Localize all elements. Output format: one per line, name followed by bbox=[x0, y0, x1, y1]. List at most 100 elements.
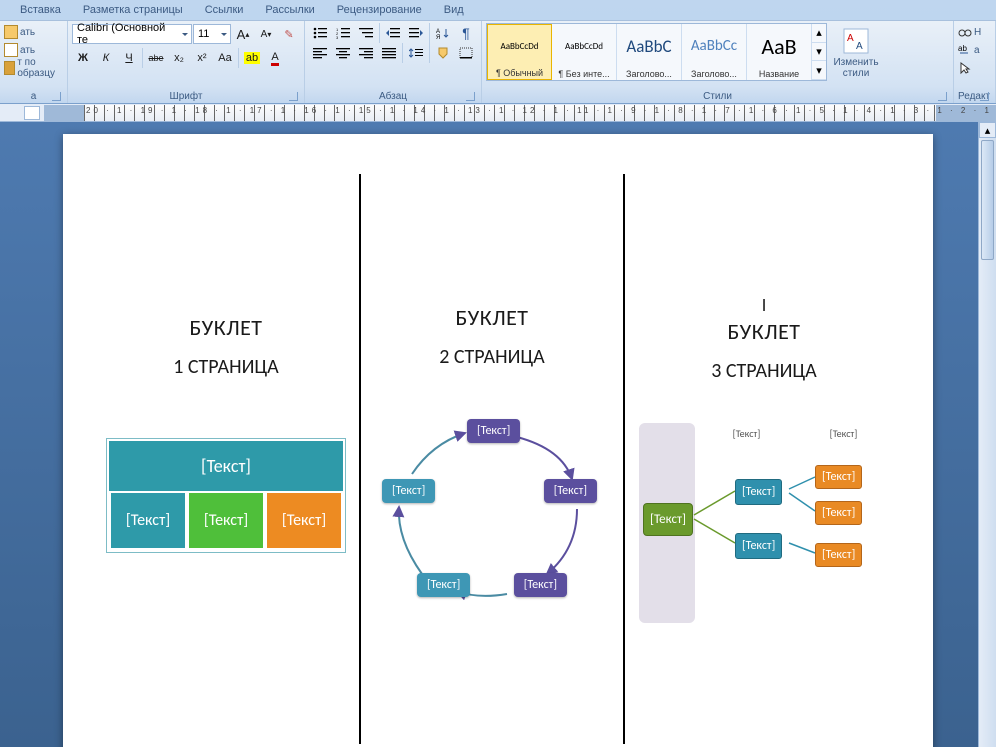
shading-button[interactable] bbox=[432, 43, 454, 63]
cycle-node-2[interactable]: [Текст] bbox=[544, 479, 597, 503]
tab-review[interactable]: Рецензирование bbox=[327, 2, 432, 18]
copy-icon bbox=[4, 43, 18, 57]
styles-scroll[interactable]: ▴ ▾ ▾ bbox=[812, 24, 826, 80]
svg-text:3: 3 bbox=[336, 35, 339, 39]
clipboard-group-label: а bbox=[4, 90, 63, 103]
sa3-header-1: [Текст] bbox=[701, 423, 792, 440]
style-normal[interactable]: AaBbCcDd ¶ Обычный bbox=[487, 24, 552, 80]
shrink-font-button[interactable]: A▾ bbox=[255, 23, 277, 45]
increase-indent-button[interactable] bbox=[405, 23, 427, 43]
sa1-top[interactable]: [Текст] bbox=[109, 441, 343, 491]
sort-button[interactable]: AЯ bbox=[432, 23, 454, 43]
style-title[interactable]: AaB Название bbox=[747, 24, 812, 80]
tab-page-layout[interactable]: Разметка страницы bbox=[73, 2, 193, 18]
style-heading1[interactable]: AaBbC Заголово... bbox=[617, 24, 682, 80]
sa1-cell-2[interactable]: [Текст] bbox=[187, 491, 265, 550]
tab-references[interactable]: Ссылки bbox=[195, 2, 254, 18]
svg-text:Я: Я bbox=[436, 35, 440, 39]
justify-button[interactable] bbox=[378, 43, 400, 63]
replace-icon: ab bbox=[958, 43, 972, 57]
styles-expand-icon[interactable]: ▾ bbox=[812, 61, 826, 80]
font-size-combo[interactable]: 11 bbox=[193, 24, 231, 44]
scroll-up-button[interactable]: ▴ bbox=[979, 122, 996, 138]
sa3-leaf-3[interactable]: [Текст] bbox=[815, 543, 862, 567]
tab-mailings[interactable]: Рассылки bbox=[255, 2, 324, 18]
grow-font-button[interactable]: A▴ bbox=[232, 23, 254, 45]
sa3-mid-2[interactable]: [Текст] bbox=[735, 533, 782, 559]
strike-button[interactable]: abe bbox=[145, 47, 167, 69]
font-name-combo[interactable]: Calibri (Основной те bbox=[72, 24, 192, 44]
sa1-cell-3[interactable]: [Текст] bbox=[265, 491, 343, 550]
col1-title: БУКЛЕТ bbox=[107, 314, 345, 341]
chevron-down-icon[interactable]: ▾ bbox=[812, 43, 826, 62]
scissors-icon bbox=[4, 25, 18, 39]
sa3-leaf-2[interactable]: [Текст] bbox=[815, 501, 862, 525]
chevron-up-icon[interactable]: ▴ bbox=[812, 24, 826, 43]
style-heading2[interactable]: AaBbCc Заголово... bbox=[682, 24, 747, 80]
align-center-button[interactable] bbox=[332, 43, 354, 63]
svg-text:A: A bbox=[856, 41, 863, 52]
group-font: Calibri (Основной те 11 A▴ A▾ ✎ Ж К Ч ab… bbox=[68, 21, 305, 103]
tab-view[interactable]: Вид bbox=[434, 2, 474, 18]
document-workspace: БУКЛЕТ 1 СТРАНИЦА [Текст] [Текст] [Текст… bbox=[0, 122, 996, 747]
sa1-cell-1[interactable]: [Текст] bbox=[109, 491, 187, 550]
vertical-scrollbar[interactable]: ▴ bbox=[978, 122, 996, 747]
cycle-arrows bbox=[377, 419, 607, 609]
superscript-button[interactable]: x² bbox=[191, 47, 213, 69]
numbering-button[interactable]: 123 bbox=[332, 23, 354, 43]
font-group-label: Шрифт bbox=[72, 90, 300, 103]
bullets-button[interactable] bbox=[309, 23, 331, 43]
format-painter-button[interactable]: т по образцу bbox=[4, 59, 63, 77]
col3-subtitle: 3 СТРАНИЦА bbox=[639, 359, 889, 383]
font-color-button[interactable]: A bbox=[264, 47, 286, 69]
subscript-button[interactable]: x₂ bbox=[168, 47, 190, 69]
select-button[interactable] bbox=[958, 59, 991, 77]
cut-button[interactable]: ать bbox=[4, 23, 63, 41]
ribbon-tabs: Вставка Разметка страницы Ссылки Рассылк… bbox=[0, 0, 996, 20]
cycle-node-3[interactable]: [Текст] bbox=[514, 573, 567, 597]
sa3-root[interactable]: [Текст] bbox=[643, 503, 693, 536]
group-clipboard: ать ать т по образцу а bbox=[0, 21, 68, 103]
editing-group-label: Редакт bbox=[958, 90, 991, 103]
show-marks-button[interactable]: ¶ bbox=[455, 23, 477, 43]
horizontal-ruler[interactable]: 20 · 1 · 19 · 1 · 18 · 1 · 17 · 1 · 16 ·… bbox=[0, 104, 996, 122]
cycle-node-5[interactable]: [Текст] bbox=[382, 479, 435, 503]
decrease-indent-button[interactable] bbox=[382, 23, 404, 43]
clear-format-button[interactable]: ✎ bbox=[278, 23, 300, 45]
style-no-spacing[interactable]: AaBbCcDd ¶ Без инте... bbox=[552, 24, 617, 80]
align-right-button[interactable] bbox=[355, 43, 377, 63]
col3-marker: I bbox=[639, 294, 889, 316]
highlight-button[interactable]: ab bbox=[241, 47, 263, 69]
sa3-leaf-1[interactable]: [Текст] bbox=[815, 465, 862, 489]
group-editing: Н aba Редакт bbox=[954, 21, 996, 103]
cycle-node-1[interactable]: [Текст] bbox=[467, 419, 520, 443]
scroll-thumb[interactable] bbox=[981, 140, 994, 260]
svg-text:A: A bbox=[847, 33, 854, 44]
find-button[interactable]: Н bbox=[958, 23, 991, 41]
smartart-cycle[interactable]: [Текст] [Текст] [Текст] [Текст] [Текст] bbox=[377, 419, 607, 609]
multilevel-button[interactable] bbox=[355, 23, 377, 43]
smartart-hierarchy-1[interactable]: [Текст] [Текст] [Текст] [Текст] bbox=[107, 439, 345, 552]
sa3-mid-1[interactable]: [Текст] bbox=[735, 479, 782, 505]
document-page[interactable]: БУКЛЕТ 1 СТРАНИЦА [Текст] [Текст] [Текст… bbox=[63, 134, 933, 747]
smartart-hierarchy-2[interactable]: [Текст] [Текст] [Текст] [Текст] [Текст] … bbox=[639, 423, 889, 623]
change-case-button[interactable]: Aa bbox=[214, 47, 236, 69]
cycle-node-4[interactable]: [Текст] bbox=[417, 573, 470, 597]
italic-button[interactable]: К bbox=[95, 47, 117, 69]
replace-button[interactable]: aba bbox=[958, 41, 991, 59]
styles-gallery[interactable]: AaBbCcDd ¶ Обычный AaBbCcDd ¶ Без инте..… bbox=[486, 23, 827, 81]
line-spacing-button[interactable] bbox=[405, 43, 427, 63]
svg-text:ab: ab bbox=[958, 44, 967, 53]
tab-selector[interactable] bbox=[24, 106, 40, 120]
align-left-button[interactable] bbox=[309, 43, 331, 63]
binoculars-icon bbox=[958, 25, 972, 39]
underline-button[interactable]: Ч bbox=[118, 47, 140, 69]
bold-button[interactable]: Ж bbox=[72, 47, 94, 69]
change-styles-button[interactable]: AA Изменить стили bbox=[831, 23, 881, 79]
paragraph-group-label: Абзац bbox=[309, 90, 477, 103]
borders-button[interactable] bbox=[455, 43, 477, 63]
cursor-icon bbox=[958, 61, 972, 75]
tab-insert[interactable]: Вставка bbox=[10, 2, 71, 18]
col1-subtitle: 1 СТРАНИЦА bbox=[107, 355, 345, 379]
styles-group-label: Стили bbox=[486, 90, 949, 103]
